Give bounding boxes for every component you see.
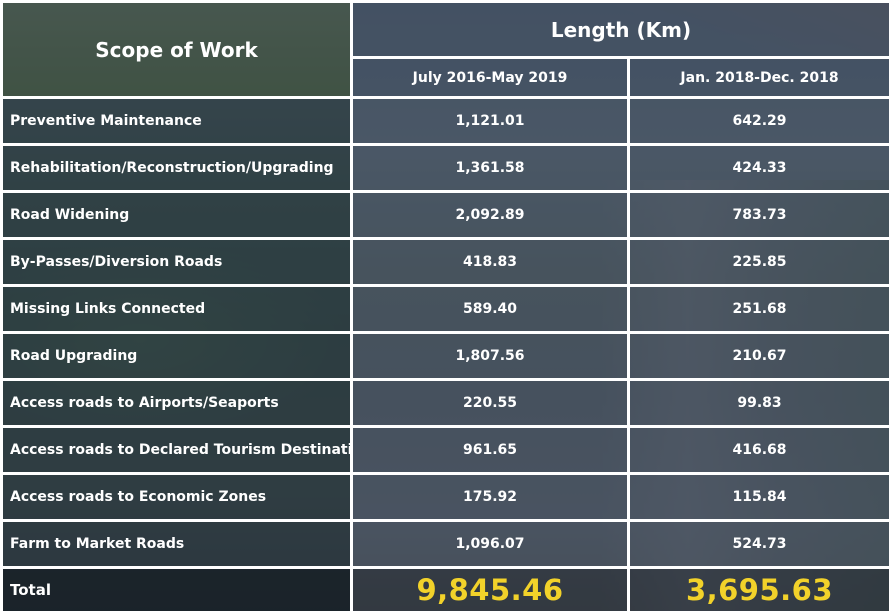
road-length-table: Scope of Work Length (Km) July 2016-May …: [0, 0, 892, 614]
table-row: Missing Links Connected 589.40 251.68: [0, 284, 892, 334]
row-value-period-1: 1,096.07: [350, 519, 630, 569]
row-value-period-1: 961.65: [350, 425, 630, 475]
row-label: Road Widening: [0, 190, 353, 240]
row-label: By-Passes/Diversion Roads: [0, 237, 353, 287]
row-value-period-2: 416.68: [627, 425, 892, 475]
total-value-period-2: 3,695.63: [627, 566, 892, 614]
total-value-period-1: 9,845.46: [350, 566, 630, 614]
table-row: Preventive Maintenance 1,121.01 642.29: [0, 96, 892, 146]
row-value-period-2: 424.33: [627, 143, 892, 193]
row-value-period-2: 642.29: [627, 96, 892, 146]
period-1-header: July 2016-May 2019: [350, 56, 630, 99]
row-value-period-2: 783.73: [627, 190, 892, 240]
row-label: Farm to Market Roads: [0, 519, 353, 569]
row-label: Road Upgrading: [0, 331, 353, 381]
row-value-period-2: 225.85: [627, 237, 892, 287]
total-label: Total: [0, 566, 353, 614]
row-value-period-1: 1,121.01: [350, 96, 630, 146]
row-label: Access roads to Economic Zones: [0, 472, 353, 522]
row-label: Access roads to Declared Tourism Destina…: [0, 425, 353, 475]
row-value-period-2: 210.67: [627, 331, 892, 381]
table-row: Farm to Market Roads 1,096.07 524.73: [0, 519, 892, 569]
table-row: Road Widening 2,092.89 783.73: [0, 190, 892, 240]
total-row: Total 9,845.46 3,695.63: [0, 566, 892, 614]
row-value-period-1: 1,361.58: [350, 143, 630, 193]
period-2-header: Jan. 2018-Dec. 2018: [627, 56, 892, 99]
table-row: Access roads to Economic Zones 175.92 11…: [0, 472, 892, 522]
row-value-period-1: 2,092.89: [350, 190, 630, 240]
table-row: Access roads to Airports/Seaports 220.55…: [0, 378, 892, 428]
table-row: Rehabilitation/Reconstruction/Upgrading …: [0, 143, 892, 193]
row-label: Missing Links Connected: [0, 284, 353, 334]
table-row: Road Upgrading 1,807.56 210.67: [0, 331, 892, 381]
row-value-period-2: 99.83: [627, 378, 892, 428]
row-value-period-1: 175.92: [350, 472, 630, 522]
row-value-period-1: 220.55: [350, 378, 630, 428]
row-value-period-2: 524.73: [627, 519, 892, 569]
table-row: By-Passes/Diversion Roads 418.83 225.85: [0, 237, 892, 287]
row-value-period-2: 251.68: [627, 284, 892, 334]
scope-of-work-header: Scope of Work: [0, 0, 353, 99]
row-value-period-1: 589.40: [350, 284, 630, 334]
row-label: Preventive Maintenance: [0, 96, 353, 146]
row-label: Access roads to Airports/Seaports: [0, 378, 353, 428]
row-value-period-2: 115.84: [627, 472, 892, 522]
table-row: Access roads to Declared Tourism Destina…: [0, 425, 892, 475]
length-header: Length (Km): [350, 0, 892, 59]
row-value-period-1: 418.83: [350, 237, 630, 287]
row-label: Rehabilitation/Reconstruction/Upgrading: [0, 143, 353, 193]
row-value-period-1: 1,807.56: [350, 331, 630, 381]
